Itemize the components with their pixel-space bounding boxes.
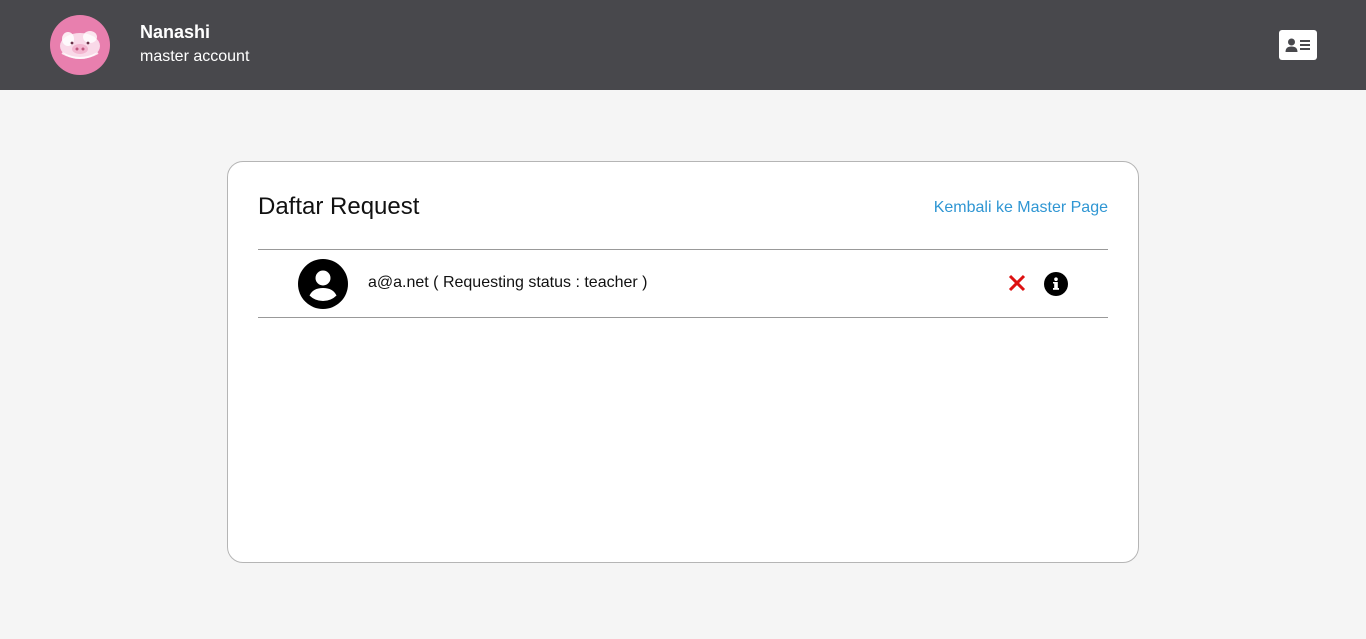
user-circle-icon xyxy=(298,259,348,309)
id-card-icon xyxy=(1285,38,1310,52)
back-to-master-link[interactable]: Kembali ke Master Page xyxy=(934,199,1108,217)
info-circle-icon xyxy=(1053,277,1059,290)
top-bar: Nanashi master account xyxy=(0,0,1366,90)
profile-avatar[interactable] xyxy=(50,15,110,75)
x-icon xyxy=(1008,274,1026,292)
divider-bottom xyxy=(258,317,1108,318)
profile-card-button[interactable] xyxy=(1279,30,1317,60)
request-text: a@a.net ( Requesting status : teacher ) xyxy=(368,274,648,291)
page-title: Daftar Request xyxy=(258,193,420,220)
user-name: Nanashi xyxy=(140,22,211,42)
request-info-button[interactable] xyxy=(1044,272,1068,296)
reject-request-button[interactable] xyxy=(1006,272,1028,294)
user-role: master account xyxy=(140,48,250,65)
pig-avatar-icon xyxy=(60,31,100,59)
request-list-card: Daftar Request Kembali ke Master Page a@… xyxy=(227,161,1139,563)
request-row: a@a.net ( Requesting status : teacher ) xyxy=(258,250,1108,318)
